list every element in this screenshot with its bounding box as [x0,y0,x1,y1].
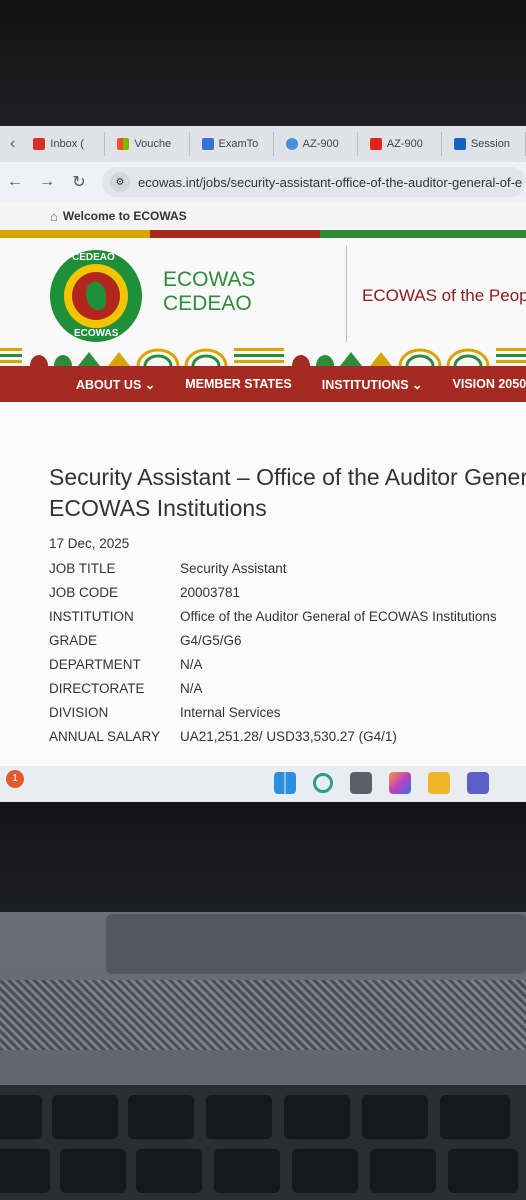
site-tagline: ECOWAS of the Peopl [362,286,526,305]
laptop-screen: ‹ Inbox ( Vouche ExamTo AZ-900 AZ-900 Se… [0,126,526,766]
nav-vision-2050[interactable]: VISION 2050 [453,377,526,391]
job-detail-row: JOB TITLE Security Assistant [49,560,287,576]
key [370,1149,436,1193]
site-info-icon[interactable]: ⚙ [110,172,130,192]
browser-tab[interactable]: Session [448,132,526,156]
key [362,1095,428,1139]
tab-scroll-icon[interactable]: ‹ [4,135,21,153]
laptop-lid-lip [106,914,526,974]
key [128,1095,194,1139]
forward-icon[interactable]: → [38,173,56,191]
browser-tab[interactable]: ExamTo [196,132,274,156]
azure-cloud-icon [285,138,298,150]
africa-map-icon [86,282,106,310]
nav-about-us[interactable]: ABOUT US ⌄ [76,377,155,392]
chevron-down-icon: ⌄ [144,377,156,392]
laptop-hinge [0,802,526,912]
job-detail-row: DEPARTMENT N/A [49,656,203,672]
job-details: JOB TITLE Security Assistant JOB CODE 2000… [49,556,497,748]
main-nav: ABOUT US ⌄ MEMBER STATES INSTITUTIONS ⌄ … [0,366,526,402]
microsoft-icon [117,138,130,150]
browser-tab[interactable]: AZ-900 [280,132,358,156]
chevron-down-icon: ⌄ [412,377,423,392]
teams-icon[interactable] [467,772,489,794]
windows-start-icon[interactable] [274,772,296,794]
key [214,1149,280,1193]
job-content: Security Assistant – Office of the Audit… [0,402,526,766]
url-text: ecowas.int/jobs/security-assistant-offic… [138,174,523,190]
key [440,1095,510,1139]
key [136,1149,202,1193]
ecowas-logo[interactable]: CEDEAO ECOWAS [50,250,142,342]
speaker-grill [0,980,526,1050]
copilot-icon[interactable] [389,772,411,794]
brand-name[interactable]: ECOWAS CEDEAO [163,268,256,316]
nav-institutions[interactable]: INSTITUTIONS ⌄ [322,377,423,392]
reload-icon[interactable]: ↻ [70,172,88,192]
key [206,1095,272,1139]
list-icon [201,138,214,150]
keyboard [0,1085,526,1200]
key [284,1095,350,1139]
file-explorer-icon[interactable] [428,772,450,794]
key [0,1095,42,1139]
back-icon[interactable]: ← [6,173,24,191]
azure-icon [453,138,466,150]
site-header: CEDEAO ECOWAS ECOWAS CEDEAO ECOWAS of th… [0,238,526,358]
key [292,1149,358,1193]
welcome-bar: ⌂ Welcome to ECOWAS [0,202,526,230]
job-detail-row: ANNUAL SALARY UA21,251.28/ USD33,530.27 (… [49,728,397,744]
search-icon[interactable] [313,773,333,793]
monitor-bezel [0,0,526,128]
key [0,1149,50,1193]
key [448,1149,518,1193]
url-field[interactable]: ⚙ ecowas.int/jobs/security-assistant-off… [102,167,526,197]
welcome-link[interactable]: Welcome to ECOWAS [63,209,187,223]
job-detail-row: DIVISION Internal Services [49,704,281,720]
color-stripe [0,230,526,238]
nav-member-states[interactable]: MEMBER STATES [185,377,291,391]
notification-badge[interactable]: 1 [6,770,24,788]
job-detail-row: JOB CODE 20003781 [49,584,241,600]
home-icon[interactable]: ⌂ [50,209,58,224]
browser-tab[interactable]: AZ-900 [364,132,442,156]
key [60,1149,126,1193]
job-detail-row: INSTITUTION Office of the Auditor General… [49,608,497,624]
job-detail-row: GRADE G4/G5/G6 [49,632,242,648]
task-view-icon[interactable] [350,772,372,794]
browser-tab[interactable]: Inbox ( [27,132,106,156]
windows-taskbar: 1 [0,766,526,802]
youtube-icon [369,138,382,150]
job-detail-row: DIRECTORATE N/A [49,680,203,696]
key [52,1095,118,1139]
gmail-icon [33,138,46,150]
browser-tab-bar: ‹ Inbox ( Vouche ExamTo AZ-900 AZ-900 Se… [0,126,526,162]
browser-tab[interactable]: Vouche [111,132,190,156]
header-divider [346,246,347,342]
post-date: 17 Dec, 2025 [49,536,130,551]
page-title: Security Assistant – Office of the Audit… [49,464,526,521]
decorative-pattern [0,348,526,366]
address-bar-row: ← → ↻ ⚙ ecowas.int/jobs/security-assista… [0,162,526,202]
